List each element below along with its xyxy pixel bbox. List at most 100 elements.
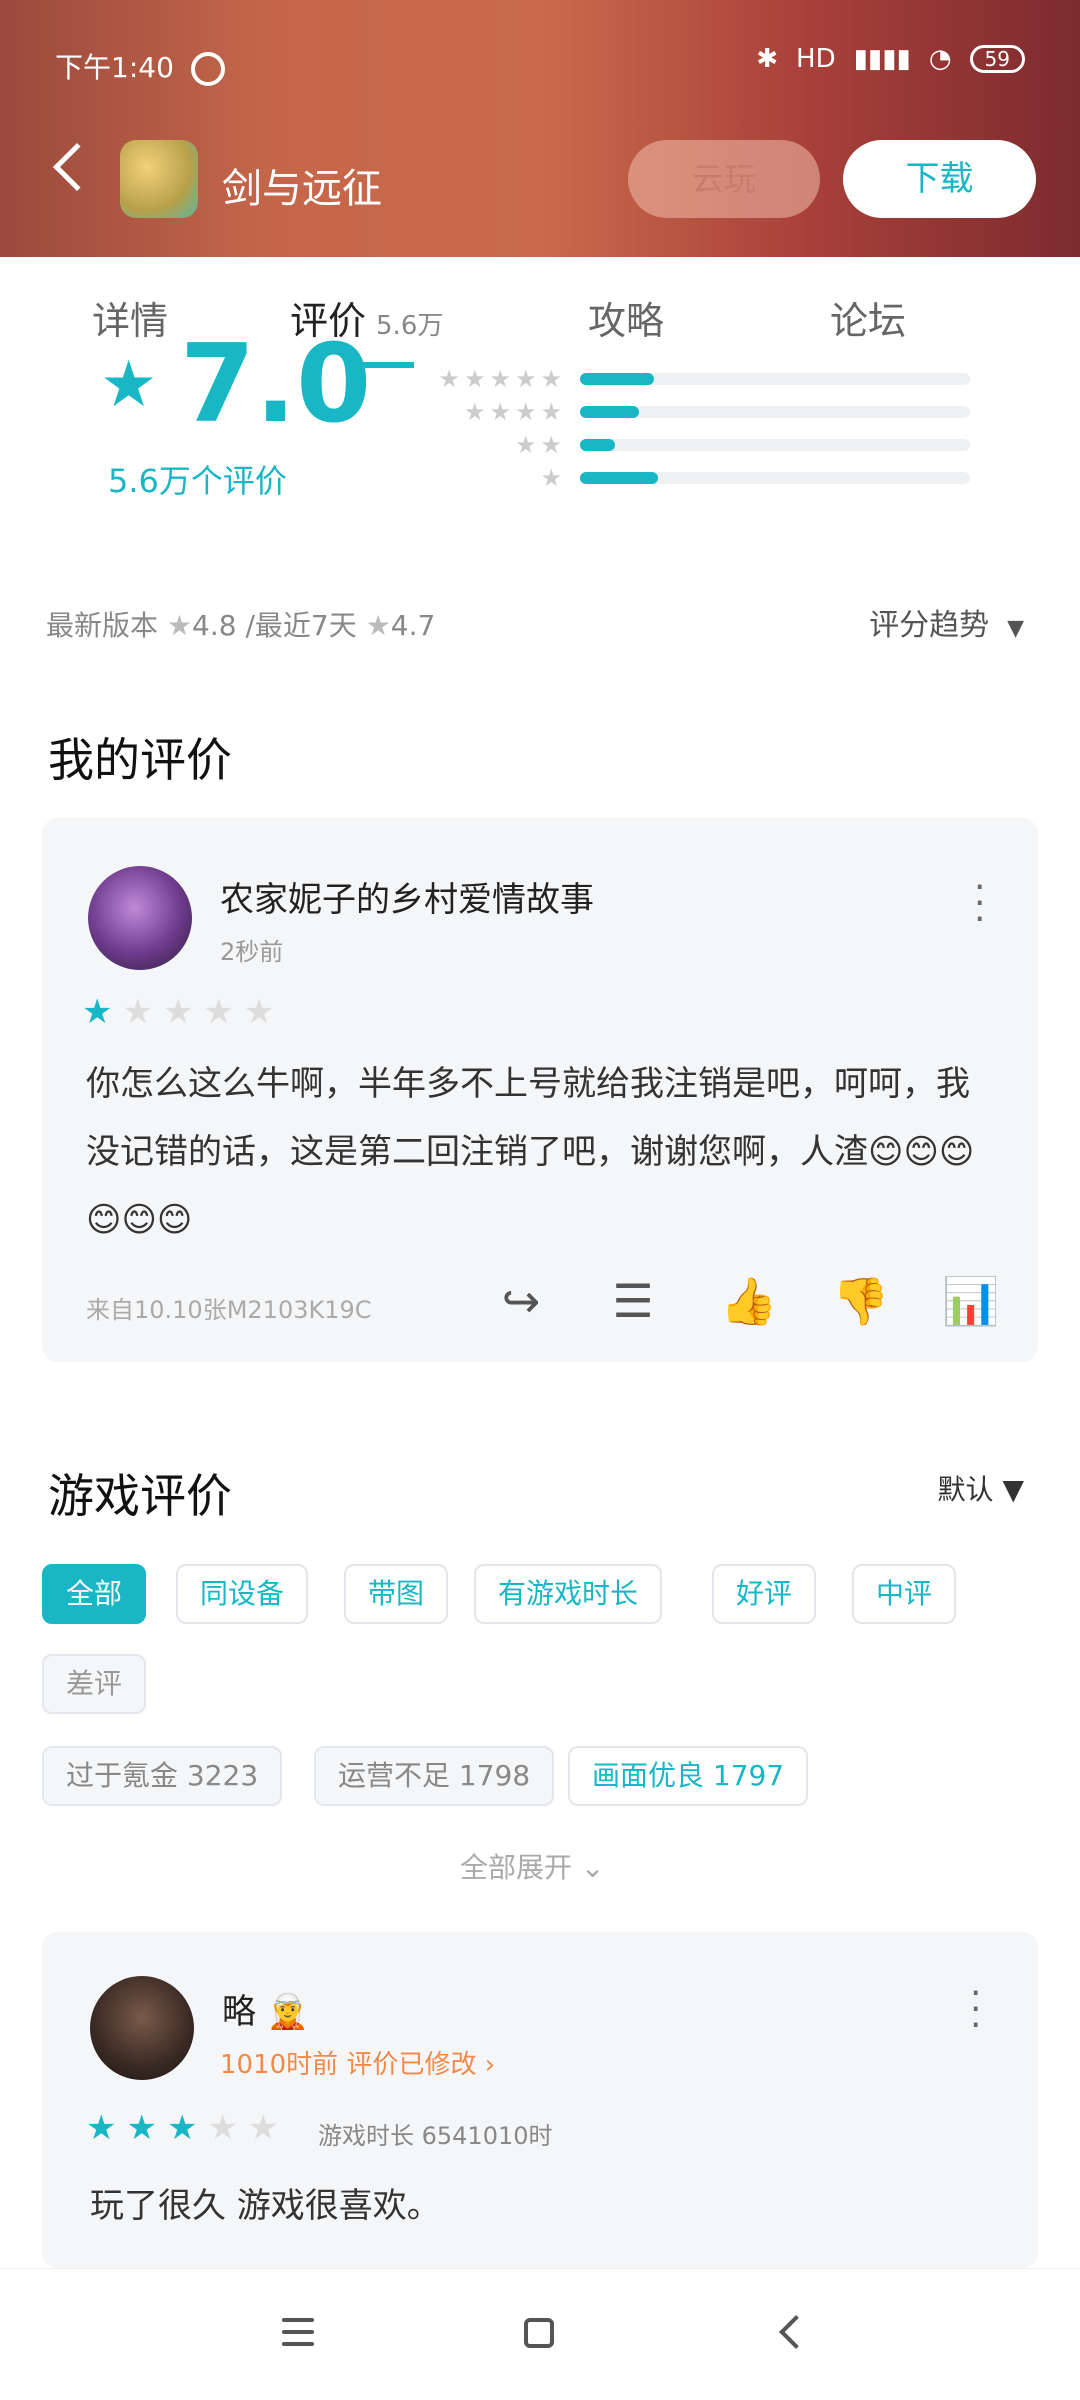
star-icon: ★ [82, 992, 123, 1032]
menu-icon[interactable] [282, 2318, 314, 2346]
tab-details[interactable]: 详情 [92, 290, 168, 345]
tag-label: 画面优良 [592, 1759, 705, 1792]
score-underline [348, 362, 414, 368]
sort-label: 默认 [937, 1473, 994, 1506]
status-time: 下午1:40 [55, 46, 225, 86]
review-text: 玩了很久 游戏很喜欢。 [90, 2186, 441, 2226]
download-button[interactable]: 下载 [843, 140, 1036, 218]
edited-label: 评价已修改 [346, 2050, 477, 2080]
chevron-down-icon: ⌄ [580, 1851, 605, 1884]
home-icon[interactable] [524, 2318, 554, 2348]
reviewer-name[interactable]: 农家妮子的乡村爱情故事 [220, 872, 594, 921]
cloud-play-button[interactable]: 云玩 [628, 140, 820, 218]
network-label: HD [796, 44, 836, 74]
recent-label: 最近7天 [254, 609, 357, 642]
latest-version-label: 最新版本 [46, 609, 159, 642]
rating-trend-dropdown[interactable]: 评分趋势 ▼ [869, 600, 1024, 644]
tab-forum[interactable]: 论坛 [830, 290, 906, 345]
trend-label: 评分趋势 [869, 608, 990, 643]
my-review-title: 我的评价 [48, 733, 232, 787]
distribution-bar [580, 373, 970, 385]
rating-score: 7.0 [180, 340, 372, 430]
star-icon: ★★ [207, 2108, 289, 2148]
game-reviews-title: 游戏评价 [48, 1469, 232, 1523]
badge-icon: 🧝 [266, 1992, 310, 2032]
review-time: 1010时前 [220, 2050, 339, 2080]
tab-reviews-count: 5.6万 [376, 311, 444, 341]
tag-chip[interactable]: 画面优良 1797 [568, 1746, 809, 1806]
distribution-stars: ★★★★ [463, 398, 566, 426]
tag-label: 运营不足 [338, 1759, 451, 1792]
tab-guides[interactable]: 攻略 [588, 290, 664, 345]
recent-score: 4.7 [390, 609, 436, 642]
tag-count: 1797 [712, 1759, 785, 1792]
tag-label: 过于氪金 [66, 1759, 179, 1792]
status-icons: ✱ HD ▮▮▮▮ ◔ 59 [756, 44, 1025, 74]
distribution-row: ★ [430, 464, 990, 492]
review-stars: ★★★★★ [82, 992, 284, 1032]
thumbs-up-icon[interactable]: 👍 [720, 1274, 777, 1328]
filter-all[interactable]: 全部 [42, 1564, 147, 1624]
distribution-fill [580, 406, 639, 418]
clock-text: 下午1:40 [55, 51, 174, 84]
star-icon: ★★★★ [122, 992, 285, 1032]
share-icon[interactable]: ↪ [494, 1274, 548, 1328]
expand-all-button[interactable]: 全部展开 ⌄ [460, 1846, 604, 1886]
alarm-icon [190, 52, 225, 86]
battery-icon: 59 [969, 45, 1025, 73]
distribution-row: ★★ [430, 431, 990, 459]
wifi-icon: ◔ [928, 44, 952, 74]
tag-count: 3223 [186, 1759, 259, 1792]
reviewer-name[interactable]: 略 🧝 [222, 1984, 309, 2033]
sort-dropdown[interactable]: 默认 ▼ [938, 1468, 1024, 1508]
bluetooth-icon: ✱ [756, 44, 779, 74]
thumbs-down-icon[interactable]: 👎 [832, 1274, 889, 1328]
score-star-icon: ★ [100, 348, 158, 422]
signal-icon: ▮▮▮▮ [853, 44, 911, 74]
caret-down-icon: ▼ [1007, 616, 1024, 641]
tag-chip[interactable]: 运营不足 1798 [314, 1746, 555, 1806]
filter-same-device[interactable]: 同设备 [176, 1564, 309, 1624]
distribution-stars: ★★ [514, 431, 566, 459]
review-time: 2秒前 [220, 938, 284, 966]
app-header [0, 0, 1080, 257]
tag-count: 1798 [458, 1759, 531, 1792]
distribution-bar [580, 439, 970, 451]
more-icon[interactable]: · · · [974, 870, 985, 938]
reviewer-name-text: 略 [222, 1992, 256, 2032]
avatar[interactable] [88, 866, 192, 970]
distribution-row: ★★★★★ [430, 365, 990, 393]
distribution-row: ★★★★ [430, 398, 990, 426]
filter-with-image[interactable]: 带图 [344, 1564, 449, 1624]
caret-down-icon: ▼ [1002, 1473, 1024, 1506]
distribution-fill [580, 439, 616, 451]
distribution-stars: ★★★★★ [438, 365, 566, 393]
review-text: 你怎么这么牛啊，半年多不上号就给我注销是吧，呵呵，我没记错的话，这是第二回注销了… [86, 1064, 975, 1240]
comment-icon[interactable]: ☰ [606, 1274, 660, 1328]
version-separator: / [245, 609, 255, 642]
app-title: 剑与远征 [222, 166, 382, 212]
filter-negative[interactable]: 差评 [42, 1654, 147, 1714]
review-count: 5.6万个评价 [108, 462, 287, 500]
filter-neutral[interactable]: 中评 [852, 1564, 957, 1624]
distribution-fill [580, 373, 655, 385]
avatar[interactable] [90, 1976, 194, 2080]
review-edited: 1010时前 评价已修改 › [220, 2044, 495, 2081]
device-info: 来自10.10张M2103K19C [86, 1296, 372, 1324]
filter-positive[interactable]: 好评 [712, 1564, 817, 1624]
distribution-bar [580, 472, 970, 484]
distribution-stars: ★ [540, 464, 566, 492]
tag-chip[interactable]: 过于氪金 3223 [42, 1746, 283, 1806]
filter-playtime[interactable]: 有游戏时长 [474, 1564, 663, 1624]
chevron-right-icon: › [484, 2050, 496, 2080]
tab-reviews[interactable]: 评价 5.6万 [290, 290, 443, 345]
stats-icon[interactable]: 📊 [942, 1274, 999, 1328]
star-icon: ★ [166, 609, 193, 642]
star-icon: ★★★ [86, 2108, 208, 2148]
more-icon[interactable]: · · · [970, 1976, 981, 2044]
review-stars: ★★★★★ [86, 2108, 288, 2148]
version-line: 最新版本 ★4.8 /最近7天 ★4.7 [46, 604, 435, 644]
playtime-text: 游戏时长 6541010时 [318, 2122, 553, 2150]
distribution-bar [580, 406, 970, 418]
app-icon [120, 140, 198, 218]
